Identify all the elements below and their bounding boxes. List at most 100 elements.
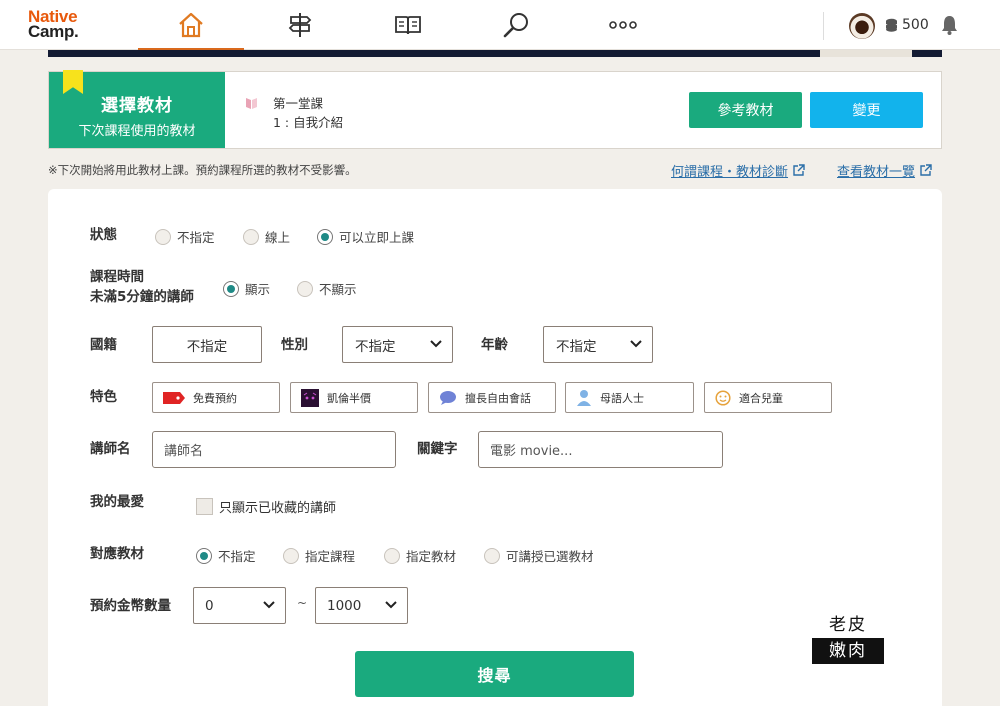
nationality-value: 不指定 bbox=[186, 338, 228, 355]
tutor-search-form: 狀態 不指定 線上 可以立即上課 課程時間 未滿5分鐘的講師 顯示 不顯示 國籍… bbox=[48, 189, 942, 706]
coins-label: 預約金幣數量 bbox=[90, 598, 171, 614]
nav-lessons[interactable] bbox=[247, 0, 353, 50]
coin-count: 500 bbox=[902, 17, 929, 33]
status-label: 狀態 bbox=[90, 227, 117, 243]
tutor-name-label: 講師名 bbox=[90, 441, 131, 457]
nationality-button[interactable]: 不指定 bbox=[152, 326, 262, 363]
textbook-header-panel: 選擇教材 下次課程使用的教材 bbox=[49, 70, 225, 148]
feature-free-conversation[interactable]: 擅長自由會話 bbox=[428, 382, 556, 413]
radio-dot bbox=[283, 547, 299, 564]
diagnosis-link[interactable]: 何謂課程・教材診斷 bbox=[671, 161, 805, 180]
checkbox-label: 只顯示已收藏的講師 bbox=[219, 501, 337, 516]
smiley-icon bbox=[715, 389, 731, 406]
status-radio-online[interactable]: 線上 bbox=[243, 227, 290, 246]
coins-range-separator: ~ bbox=[297, 596, 308, 610]
short-lesson-label-line2: 未滿5分鐘的講師 bbox=[90, 289, 194, 305]
chevron-down-icon bbox=[263, 601, 275, 609]
short-lesson-radio-show[interactable]: 顯示 bbox=[223, 279, 270, 298]
short-lesson-label: 課程時間 未滿5分鐘的講師 bbox=[90, 267, 194, 307]
radio-label: 可講授已選教材 bbox=[506, 549, 594, 564]
change-textbook-button[interactable]: 變更 bbox=[810, 92, 923, 128]
user-avatar[interactable] bbox=[849, 13, 875, 39]
pink-book-icon bbox=[246, 98, 257, 109]
feature-label: 母語人士 bbox=[600, 391, 644, 405]
search-button[interactable]: 搜尋 bbox=[355, 651, 634, 697]
signpost-icon bbox=[288, 13, 312, 37]
short-lesson-radio-hide[interactable]: 不顯示 bbox=[297, 279, 357, 298]
keyword-input[interactable]: 電影 movie... bbox=[478, 431, 723, 468]
radio-dot bbox=[155, 228, 171, 245]
nav-textbooks[interactable] bbox=[355, 0, 461, 50]
speech-bubble-icon bbox=[440, 390, 456, 405]
radio-label: 線上 bbox=[265, 230, 291, 245]
karen-icon bbox=[301, 388, 319, 407]
radio-dot bbox=[484, 547, 500, 564]
material-radio-textbook[interactable]: 指定教材 bbox=[384, 546, 456, 565]
keyword-placeholder: 電影 movie... bbox=[490, 444, 573, 459]
gender-label: 性別 bbox=[281, 337, 308, 353]
radio-label: 指定教材 bbox=[406, 549, 457, 564]
bell-icon[interactable] bbox=[940, 15, 959, 35]
lesson-course: 第一堂課 bbox=[273, 96, 324, 111]
radio-dot bbox=[384, 547, 400, 564]
age-label: 年齡 bbox=[481, 337, 508, 353]
chevron-down-icon bbox=[385, 601, 397, 609]
current-lesson: 第一堂課 1 : 自我介紹 bbox=[273, 94, 343, 132]
radio-dot bbox=[243, 228, 259, 245]
banner-strip bbox=[48, 50, 942, 57]
watermark-logo: 老皮 嫩肉 bbox=[812, 613, 884, 664]
status-radio-any[interactable]: 不指定 bbox=[155, 227, 215, 246]
material-radio-any[interactable]: 不指定 bbox=[196, 546, 256, 565]
age-select[interactable]: 不指定 bbox=[543, 326, 653, 363]
nativecamp-logo[interactable]: Native Camp. bbox=[28, 8, 79, 41]
material-radio-course[interactable]: 指定課程 bbox=[283, 546, 355, 565]
watermark-line2: 嫩肉 bbox=[812, 638, 884, 664]
external-link-icon bbox=[793, 164, 805, 176]
textbook-title: 選擇教材 bbox=[101, 96, 173, 116]
nav-more[interactable] bbox=[570, 0, 676, 50]
radio-label: 顯示 bbox=[245, 282, 271, 297]
feature-label: 凱倫半價 bbox=[327, 391, 371, 405]
features-label: 特色 bbox=[90, 389, 117, 405]
nav-search[interactable] bbox=[463, 0, 569, 50]
tutor-name-input[interactable]: 講師名 bbox=[152, 431, 396, 468]
lesson-title: 1 : 自我介紹 bbox=[273, 115, 344, 130]
radio-label: 不指定 bbox=[218, 549, 256, 564]
favorites-only-checkbox[interactable]: 只顯示已收藏的講師 bbox=[196, 497, 336, 516]
feature-native-speaker[interactable]: 母語人士 bbox=[565, 382, 694, 413]
material-radio-selected-textbook[interactable]: 可講授已選教材 bbox=[484, 546, 594, 565]
ticket-icon bbox=[163, 391, 185, 404]
coins-max-select[interactable]: 1000 bbox=[315, 587, 408, 624]
more-icon bbox=[609, 21, 637, 29]
radio-dot-selected bbox=[223, 280, 239, 297]
radio-dot-selected bbox=[317, 228, 333, 245]
textbook-note: ※下次開始將用此教材上課。預約課程所選的教材不受影響。 bbox=[48, 163, 357, 177]
nationality-label: 國籍 bbox=[90, 337, 117, 353]
reference-textbook-button[interactable]: 參考教材 bbox=[689, 92, 802, 128]
home-icon bbox=[179, 12, 203, 38]
gender-select[interactable]: 不指定 bbox=[342, 326, 453, 363]
nav-home[interactable] bbox=[138, 0, 244, 51]
radio-label: 可以立即上課 bbox=[339, 230, 415, 245]
logo-line2: Camp. bbox=[28, 22, 79, 41]
radio-label: 指定課程 bbox=[305, 549, 356, 564]
header-divider bbox=[823, 12, 824, 40]
coins-min-select[interactable]: 0 bbox=[193, 587, 286, 624]
gender-value: 不指定 bbox=[355, 338, 396, 355]
diagnosis-link-label: 何謂課程・教材診斷 bbox=[671, 165, 789, 180]
textbook-list-link[interactable]: 查看教材一覽 bbox=[837, 161, 932, 180]
coins-max-value: 1000 bbox=[327, 597, 362, 614]
banner-thumbnail bbox=[820, 50, 912, 57]
favorite-label: 我的最愛 bbox=[90, 494, 144, 510]
textbook-selection-box: 選擇教材 下次課程使用的教材 第一堂課 1 : 自我介紹 參考教材 變更 bbox=[48, 70, 942, 149]
coins-min-value: 0 bbox=[205, 597, 214, 614]
short-lesson-label-line1: 課程時間 bbox=[90, 269, 144, 285]
feature-label: 擅長自由會話 bbox=[465, 391, 531, 405]
checkbox-box bbox=[196, 498, 213, 515]
feature-kids-friendly[interactable]: 適合兒童 bbox=[704, 382, 832, 413]
feature-free-booking[interactable]: 免費預約 bbox=[152, 382, 280, 413]
status-radio-available-now[interactable]: 可以立即上課 bbox=[317, 227, 414, 246]
age-value: 不指定 bbox=[556, 338, 597, 355]
feature-label: 免費預約 bbox=[193, 391, 237, 405]
feature-karen-half-price[interactable]: 凱倫半價 bbox=[290, 382, 418, 413]
